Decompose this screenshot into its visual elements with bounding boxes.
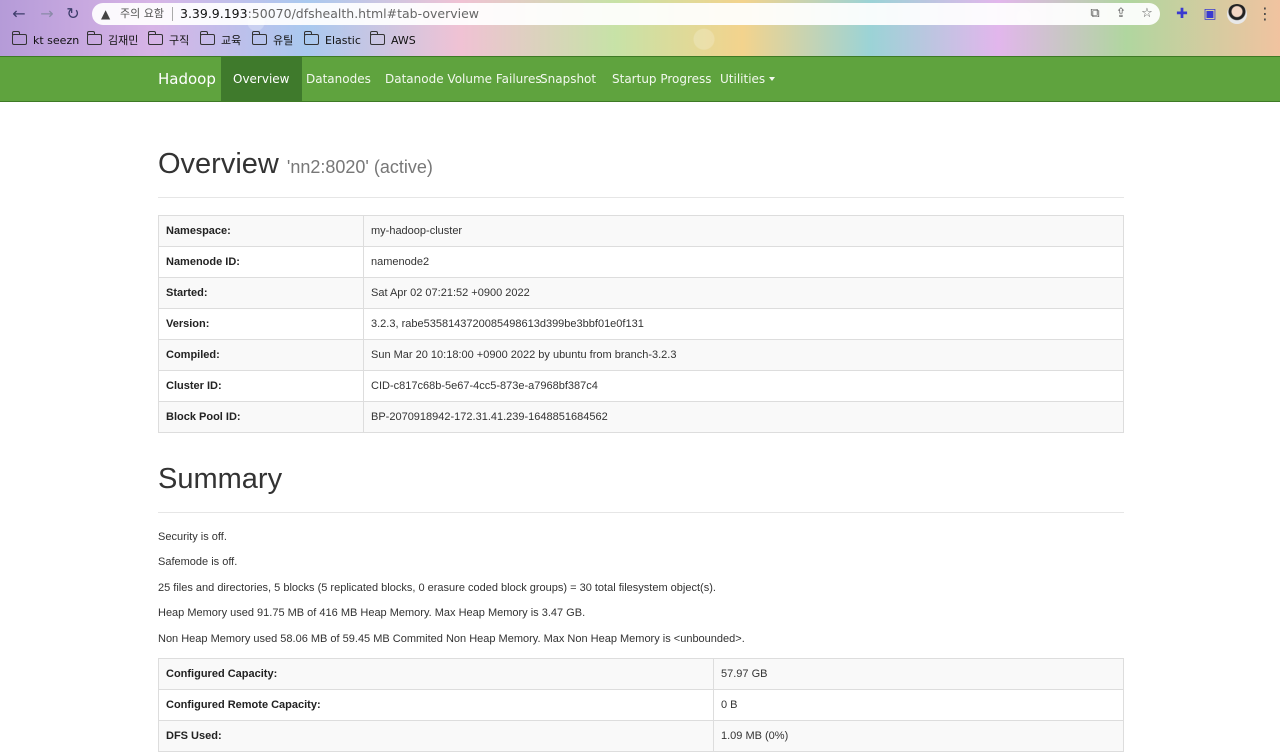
browser-chrome: ← → ↻ ▲ 주의 요함 3.39.9.193:50070/dfshealth…	[0, 0, 1280, 56]
row-value: 57.97 GB	[713, 657, 1124, 690]
bookmark-star-icon[interactable]: ☆	[1138, 3, 1156, 25]
bookmark-label: 김재민	[108, 34, 139, 47]
tab-overview[interactable]: Overview	[221, 57, 302, 101]
warning-icon[interactable]: ▲	[101, 3, 110, 25]
overview-title: Overview	[158, 148, 279, 180]
overview-header: Overview 'nn2:8020' (active)	[158, 148, 1124, 198]
summary-title: Summary	[158, 463, 1124, 513]
table-row: Compiled: Sun Mar 20 10:18:00 +0900 2022 …	[158, 339, 1124, 371]
tab-datanode-volume-failures[interactable]: Datanode Volume Failures	[373, 57, 554, 101]
back-arrow-icon[interactable]: ←	[8, 4, 30, 24]
browser-toolbar: ← → ↻ ▲ 주의 요함 3.39.9.193:50070/dfshealth…	[0, 0, 1280, 28]
share-icon[interactable]: ⇪	[1112, 3, 1130, 25]
row-value: CID-c817c68b-5e67-4cc5-873e-a7968bf387c4	[363, 370, 1124, 402]
table-row: Configured Remote Capacity: 0 B	[158, 688, 1124, 721]
non-heap-memory-summary: Non Heap Memory used 58.06 MB of 59.45 M…	[158, 632, 745, 645]
bookmark-folder-6[interactable]: AWS	[369, 31, 416, 50]
row-key: DFS Used:	[158, 719, 714, 752]
utilities-label: Utilities	[720, 72, 766, 86]
browser-menu-icon[interactable]: ⋮	[1254, 4, 1276, 24]
row-key: Version:	[158, 308, 364, 340]
row-key: Namenode ID:	[158, 246, 364, 278]
tab-snapshot[interactable]: Snapshot	[528, 57, 608, 101]
row-value: 3.2.3, rabe5358143720085498613d399be3bbf…	[363, 308, 1124, 340]
row-key: Compiled:	[158, 339, 364, 371]
namenode-subtitle: 'nn2:8020' (active)	[286, 157, 433, 177]
not-secure-label[interactable]: 주의 요함	[120, 3, 164, 25]
table-row: Cluster ID: CID-c817c68b-5e67-4cc5-873e-a…	[158, 370, 1124, 402]
bookmark-folder-3[interactable]: 교육	[199, 31, 242, 50]
address-separator	[172, 7, 173, 21]
bookmark-folder-5[interactable]: Elastic	[303, 31, 361, 50]
filesystem-objects-summary: 25 files and directories, 5 blocks (5 re…	[158, 581, 716, 594]
heap-memory-summary: Heap Memory used 91.75 MB of 416 MB Heap…	[158, 607, 586, 620]
caret-down-icon	[769, 77, 776, 81]
capacity-table: Configured Capacity: 57.97 GB Configured …	[158, 657, 1124, 752]
folder-icon	[199, 31, 215, 45]
forward-arrow-icon[interactable]: →	[36, 4, 58, 24]
row-value: Sat Apr 02 07:21:52 +0900 2022	[363, 277, 1124, 309]
row-key: Configured Capacity:	[158, 657, 714, 690]
row-key: Namespace:	[158, 215, 364, 247]
bookmark-label: AWS	[391, 34, 416, 47]
summary-lines: Security is off. Safemode is off. 25 fil…	[158, 525, 1124, 652]
address-bar[interactable]: ▲ 주의 요함 3.39.9.193:50070/dfshealth.html#…	[92, 3, 1160, 25]
tab-utilities-dropdown[interactable]: Utilities	[708, 57, 787, 101]
url-host: 3.39.9.193	[180, 6, 248, 21]
table-row: DFS Used: 1.09 MB (0%)	[158, 719, 1124, 752]
row-value: Sun Mar 20 10:18:00 +0900 2022 by ubuntu…	[363, 339, 1124, 371]
profile-avatar[interactable]	[1227, 4, 1247, 24]
security-status: Security is off.	[158, 531, 227, 543]
row-value: 0 B	[713, 688, 1124, 721]
folder-icon	[11, 31, 27, 45]
row-key: Block Pool ID:	[158, 401, 364, 433]
table-row: Block Pool ID: BP-2070918942-172.31.41.23…	[158, 401, 1124, 433]
folder-icon	[147, 31, 163, 45]
side-panel-icon[interactable]: ▣	[1200, 5, 1220, 23]
tab-startup-progress[interactable]: Startup Progress	[600, 57, 724, 101]
table-row: Namenode ID: namenode2	[158, 246, 1124, 278]
reload-icon[interactable]: ↻	[62, 4, 84, 24]
bookmarks-bar: kt seezn 김재민 구직 교육 유틸 Elastic AWS	[0, 30, 1280, 52]
bookmark-label: kt seezn	[33, 34, 80, 47]
url-path: :50070/dfshealth.html#tab-overview	[247, 6, 480, 21]
bookmark-folder-2[interactable]: 구직	[147, 31, 190, 50]
folder-icon	[303, 31, 319, 45]
row-key: Started:	[158, 277, 364, 309]
bookmark-folder-0[interactable]: kt seezn	[11, 31, 80, 50]
table-row: Namespace: my-hadoop-cluster	[158, 215, 1124, 247]
tab-datanodes[interactable]: Datanodes	[294, 57, 383, 101]
hadoop-navbar: Hadoop Overview Datanodes Datanode Volum…	[0, 56, 1280, 102]
overview-table: Namespace: my-hadoop-cluster Namenode ID:…	[158, 215, 1124, 433]
folder-icon	[369, 31, 385, 45]
bookmark-label: 구직	[169, 34, 190, 47]
bookmark-label: 교육	[221, 34, 242, 47]
row-key: Cluster ID:	[158, 370, 364, 402]
main-content: Overview 'nn2:8020' (active) Namespace: m…	[158, 100, 1124, 752]
extensions-puzzle-icon[interactable]: ✚	[1172, 5, 1192, 23]
row-value: 1.09 MB (0%)	[713, 719, 1124, 752]
translate-icon[interactable]: ⧉	[1086, 3, 1104, 25]
bookmark-label: Elastic	[325, 34, 361, 47]
url-text[interactable]: 3.39.9.193:50070/dfshealth.html#tab-over…	[180, 3, 479, 25]
folder-icon	[86, 31, 102, 45]
bookmark-folder-4[interactable]: 유틸	[251, 31, 294, 50]
table-row: Started: Sat Apr 02 07:21:52 +0900 2022	[158, 277, 1124, 309]
row-value: namenode2	[363, 246, 1124, 278]
row-value: BP-2070918942-172.31.41.239-164885168456…	[363, 401, 1124, 433]
page-title: Overview 'nn2:8020' (active)	[158, 148, 1124, 181]
navbar-brand[interactable]: Hadoop	[158, 57, 216, 101]
bookmark-folder-1[interactable]: 김재민	[86, 31, 139, 50]
folder-icon	[251, 31, 267, 45]
safemode-status: Safemode is off.	[158, 556, 238, 569]
table-row: Configured Capacity: 57.97 GB	[158, 657, 1124, 690]
row-key: Configured Remote Capacity:	[158, 688, 714, 721]
table-row: Version: 3.2.3, rabe5358143720085498613d3…	[158, 308, 1124, 340]
bookmark-label: 유틸	[273, 34, 294, 47]
row-value: my-hadoop-cluster	[363, 215, 1124, 247]
